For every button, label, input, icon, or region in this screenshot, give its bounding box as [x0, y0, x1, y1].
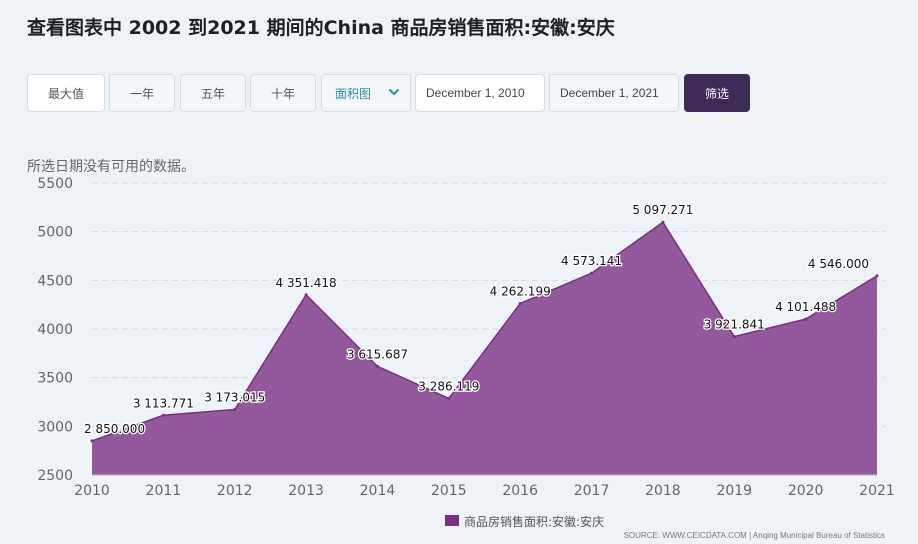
x-tick-label: 2014	[360, 483, 396, 499]
y-tick-label: 4000	[37, 322, 73, 338]
data-point	[875, 274, 879, 278]
x-tick-label: 2016	[502, 483, 538, 499]
legend-swatch	[445, 515, 459, 526]
data-point	[661, 220, 665, 224]
x-tick-label: 2021	[859, 483, 895, 499]
data-point	[161, 413, 165, 417]
data-label: 5 097.271	[632, 203, 693, 217]
x-tick-label: 2017	[574, 483, 610, 499]
x-tick-label: 2012	[217, 483, 253, 499]
y-tick-label: 4500	[37, 273, 73, 289]
y-tick-label: 5500	[37, 176, 73, 192]
data-label: 4 262.199	[490, 284, 551, 298]
data-label: 3 173.015	[204, 390, 265, 404]
data-point	[590, 271, 594, 275]
data-point	[375, 364, 379, 368]
data-point	[90, 439, 94, 443]
data-label: 4 101.488	[775, 300, 836, 314]
data-label: 3 113.771	[133, 396, 194, 410]
data-label: 3 286.119	[418, 379, 479, 393]
series-area	[92, 222, 877, 475]
x-tick-label: 2011	[146, 483, 182, 499]
data-point	[304, 293, 308, 297]
legend-label: 商品房销售面积:安徽:安庆	[464, 514, 604, 529]
data-label: 4 351.418	[276, 276, 337, 290]
data-point	[804, 317, 808, 321]
data-label: 4 573.141	[561, 254, 622, 268]
y-tick-label: 3500	[37, 371, 73, 387]
area-chart: 2500 3000 3500 4000 4500 5000 5500 2 850.000 3 1…	[37, 176, 895, 529]
data-point	[447, 396, 451, 400]
x-tick-label: 2020	[788, 483, 824, 499]
x-tick-label: 2013	[288, 483, 324, 499]
y-tick-label: 2500	[37, 468, 73, 484]
x-tick-label: 2015	[431, 483, 467, 499]
data-point	[732, 335, 736, 339]
data-label: 2 850.000	[84, 422, 145, 436]
data-label: 4 546.000	[808, 257, 869, 271]
x-tick-label: 2018	[645, 483, 681, 499]
x-tick-label: 2010	[74, 483, 110, 499]
source-credit: SOURCE: WWW.CEICDATA.COM | Anqing Munici…	[623, 531, 885, 540]
data-label: 3 615.687	[347, 347, 408, 361]
y-tick-label: 5000	[37, 225, 73, 241]
x-tick-label: 2019	[716, 483, 752, 499]
data-label: 3 921.841	[704, 318, 765, 332]
data-point	[518, 301, 522, 305]
y-tick-label: 3000	[37, 419, 73, 435]
data-point	[233, 407, 237, 411]
